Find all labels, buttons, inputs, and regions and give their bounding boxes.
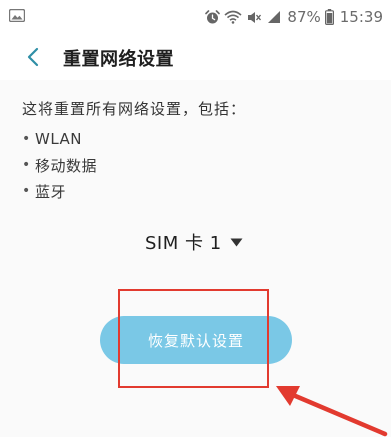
reset-items-list: • WLAN • 移动数据 • 蓝牙 (22, 126, 97, 204)
list-item-label: 移动数据 (35, 156, 98, 175)
list-item: • 移动数据 (22, 152, 97, 178)
status-bar: 87% 15:39 (0, 0, 391, 34)
bullet-dot: • (22, 131, 31, 147)
list-item-label: 蓝牙 (35, 182, 67, 201)
list-item-label: WLAN (35, 130, 83, 148)
description-text: 这将重置所有网络设置，包括： (22, 100, 247, 118)
battery-percent: 87% (287, 8, 321, 26)
red-arrow-icon (276, 386, 388, 437)
signal-icon (268, 11, 281, 23)
mute-icon (248, 11, 262, 23)
back-button[interactable] (18, 42, 48, 72)
status-icons: 87% 15:39 (205, 6, 383, 28)
bullet-dot: • (22, 157, 31, 173)
sim-card-label: SIM 卡 1 (145, 233, 222, 254)
clock: 15:39 (339, 8, 383, 26)
sim-card-dropdown[interactable]: SIM 卡 1 (145, 228, 243, 256)
chevron-left-icon (27, 47, 39, 67)
dropdown-triangle-icon (230, 238, 243, 246)
alarm-icon (205, 9, 221, 23)
bullet-dot: • (22, 183, 31, 199)
app-bar: 重置网络设置 (0, 34, 391, 80)
highlight-box (118, 289, 269, 388)
phone-screen: 87% 15:39 重置网络设置 这将重置所有网络设置，包括： • WLAN •… (0, 0, 391, 437)
battery-icon (324, 9, 334, 25)
image-notification-icon (9, 9, 25, 22)
page-title: 重置网络设置 (63, 49, 174, 70)
list-item: • 蓝牙 (22, 178, 97, 204)
list-item: • WLAN (22, 126, 97, 152)
wifi-icon (224, 10, 242, 24)
